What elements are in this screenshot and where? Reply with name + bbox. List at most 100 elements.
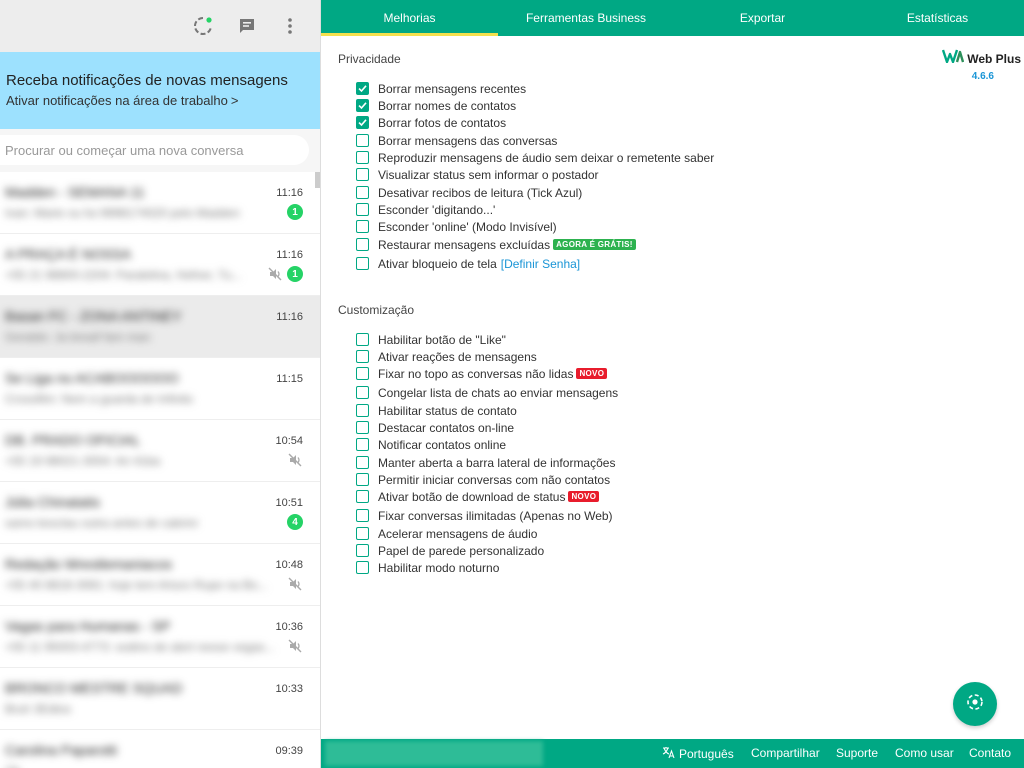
checkbox[interactable]: [356, 386, 369, 399]
tab-ferramentas-business[interactable]: Ferramentas Business: [498, 0, 674, 36]
checkbox[interactable]: [356, 220, 369, 233]
enable-notifications-link[interactable]: Ativar notificações na área de trabalho …: [6, 93, 320, 108]
checkbox[interactable]: [356, 456, 369, 469]
chat-row[interactable]: Carolina Paparotti Ok 09:39: [0, 730, 320, 768]
checkbox[interactable]: [356, 561, 369, 574]
tab-melhorias[interactable]: Melhorias: [321, 0, 498, 36]
checkbox[interactable]: [356, 203, 369, 216]
chat-name: BRONCO MESTRE SQUAD: [5, 680, 183, 696]
chat-time: 10:33: [275, 683, 303, 695]
option-row[interactable]: Visualizar status sem informar o postado…: [356, 166, 599, 183]
option-label: Borrar fotos de contatos: [378, 115, 507, 130]
chat-time: 10:36: [275, 621, 303, 633]
chat-name: DB. PRADO OFICIAL: [5, 432, 141, 448]
checkbox[interactable]: [356, 333, 369, 346]
option-row[interactable]: Habilitar status de contato: [356, 402, 517, 419]
chat-row[interactable]: BRONCO MESTRE SQUAD Bruh 3Edtos 10:33: [0, 668, 320, 730]
option-row[interactable]: Desativar recibos de leitura (Tick Azul): [356, 184, 582, 201]
option-label: Habilitar status de contato: [378, 403, 517, 418]
checkbox[interactable]: [356, 257, 369, 270]
chat-row[interactable]: A PRAÇA É NOSSA +55 21 98800-2204: Parale…: [0, 234, 320, 296]
chat-list: Madden - SEMANA 11 Ivan: Marie ou fui 999…: [0, 172, 320, 768]
option-row[interactable]: Fixar no topo as conversas não lidas NOVO: [356, 365, 608, 382]
option-row[interactable]: Acelerar mensagens de áudio: [356, 525, 537, 542]
chat-row[interactable]: Vagas para Humanas - SP +55 11 95003-4773…: [0, 606, 320, 668]
option-row[interactable]: Ativar botão de download de status NOVO: [356, 488, 600, 505]
focus-mode-button[interactable]: [953, 682, 997, 726]
notification-title: Receba notificações de novas mensagens: [6, 72, 288, 89]
checkbox[interactable]: [356, 238, 369, 251]
option-label: Borrar mensagens recentes: [378, 81, 527, 96]
checkbox[interactable]: [356, 438, 369, 451]
option-row[interactable]: Papel de parede personalizado: [356, 542, 544, 559]
option-row[interactable]: Restaurar mensagens excluídas AGORA É GRÁ…: [356, 236, 636, 253]
option-row[interactable]: Ativar bloqueio de tela [Definir Senha]: [356, 255, 580, 272]
chat-name: Basan FC - ZONA ANTINEY: [5, 308, 182, 324]
tab-exportar[interactable]: Exportar: [674, 0, 851, 36]
checkbox[interactable]: [356, 509, 369, 522]
new-chat-icon[interactable]: [235, 14, 259, 38]
chat-row[interactable]: Se Liga no ACABOOOOOO Crossfilm: Nem a gu…: [0, 358, 320, 420]
chat-row[interactable]: Redação Wrestlemaniacos +55 40 8818-3081:…: [0, 544, 320, 606]
option-row[interactable]: Permitir iniciar conversas com não conta…: [356, 471, 610, 488]
chat-preview: Geraldo: Ja breaif fam man: [5, 330, 151, 344]
option-row[interactable]: Borrar mensagens das conversas: [356, 132, 557, 149]
chat-preview: +55 21 98800-2204: Paralelina, Hefner, T…: [5, 268, 242, 282]
checkbox[interactable]: [356, 490, 369, 503]
menu-icon[interactable]: [278, 14, 302, 38]
checkbox[interactable]: [356, 544, 369, 557]
share-link[interactable]: Compartilhar: [751, 746, 820, 760]
status-icon[interactable]: [191, 14, 215, 38]
checkbox[interactable]: [356, 421, 369, 434]
checkbox[interactable]: [356, 168, 369, 181]
support-link[interactable]: Suporte: [836, 746, 878, 760]
option-tag: NOVO: [568, 491, 600, 502]
option-row[interactable]: Habilitar botão de "Like": [356, 331, 506, 348]
notification-banner: Receba notificações de novas mensagens A…: [0, 52, 320, 129]
muted-icon: [267, 266, 283, 282]
option-row[interactable]: Borrar fotos de contatos: [356, 114, 506, 131]
checkbox[interactable]: [356, 527, 369, 540]
checkbox[interactable]: [356, 367, 369, 380]
checkbox[interactable]: [356, 134, 369, 147]
option-row[interactable]: Borrar nomes de contatos: [356, 97, 516, 114]
option-row[interactable]: Congelar lista de chats ao enviar mensag…: [356, 384, 618, 401]
checkbox[interactable]: [356, 151, 369, 164]
option-row[interactable]: Notificar contatos online: [356, 436, 506, 453]
chat-row[interactable]: Madden - SEMANA 11 Ivan: Marie ou fui 999…: [0, 172, 320, 234]
checkbox[interactable]: [356, 82, 369, 95]
tab-label: Estatísticas: [906, 11, 969, 25]
option-label: Desativar recibos de leitura (Tick Azul): [378, 185, 583, 200]
chat-row[interactable]: DB. PRADO OFICIAL +55 19 98021-3054: Ari …: [0, 420, 320, 482]
checkbox[interactable]: [356, 116, 369, 129]
option-row[interactable]: Esconder 'online' (Modo Invisível): [356, 218, 557, 235]
checkbox[interactable]: [356, 186, 369, 199]
settings-panel: Web Plus 4.6.6 Privacidade Borrar mensag…: [321, 36, 1024, 739]
option-row[interactable]: Destacar contatos on-line: [356, 419, 514, 436]
checkbox[interactable]: [356, 99, 369, 112]
checkbox[interactable]: [356, 350, 369, 363]
contact-link[interactable]: Contato: [969, 746, 1011, 760]
checkbox[interactable]: [356, 473, 369, 486]
chat-time: 10:54: [275, 435, 303, 447]
tab-estatisticas[interactable]: Estatísticas: [851, 0, 1024, 36]
option-row[interactable]: Borrar mensagens recentes: [356, 80, 526, 97]
target-icon: [965, 692, 985, 717]
language-selector[interactable]: Português: [662, 746, 734, 762]
option-row[interactable]: Manter aberta a barra lateral de informa…: [356, 454, 615, 471]
search-input[interactable]: [0, 135, 309, 165]
chat-list-scrollbar[interactable]: [315, 172, 320, 188]
checkbox[interactable]: [356, 404, 369, 417]
option-row[interactable]: Ativar reações de mensagens: [356, 348, 537, 365]
how-to-use-link[interactable]: Como usar: [895, 746, 954, 760]
option-row[interactable]: Esconder 'digitando...': [356, 201, 495, 218]
option-row[interactable]: Fixar conversas ilimitadas (Apenas no We…: [356, 507, 613, 524]
chat-row[interactable]: Basan FC - ZONA ANTINEY Geraldo: Ja breai…: [0, 296, 320, 358]
option-label: Ativar bloqueio de tela: [378, 256, 497, 271]
option-row[interactable]: Habilitar modo noturno: [356, 559, 499, 576]
set-password-link[interactable]: [Definir Senha]: [501, 257, 580, 271]
muted-icon: [287, 638, 303, 654]
chat-row[interactable]: Júlia Chinatatis xamo kesclau outra antes…: [0, 482, 320, 544]
option-row[interactable]: Reproduzir mensagens de áudio sem deixar…: [356, 149, 714, 166]
option-label: Papel de parede personalizado: [378, 543, 545, 558]
